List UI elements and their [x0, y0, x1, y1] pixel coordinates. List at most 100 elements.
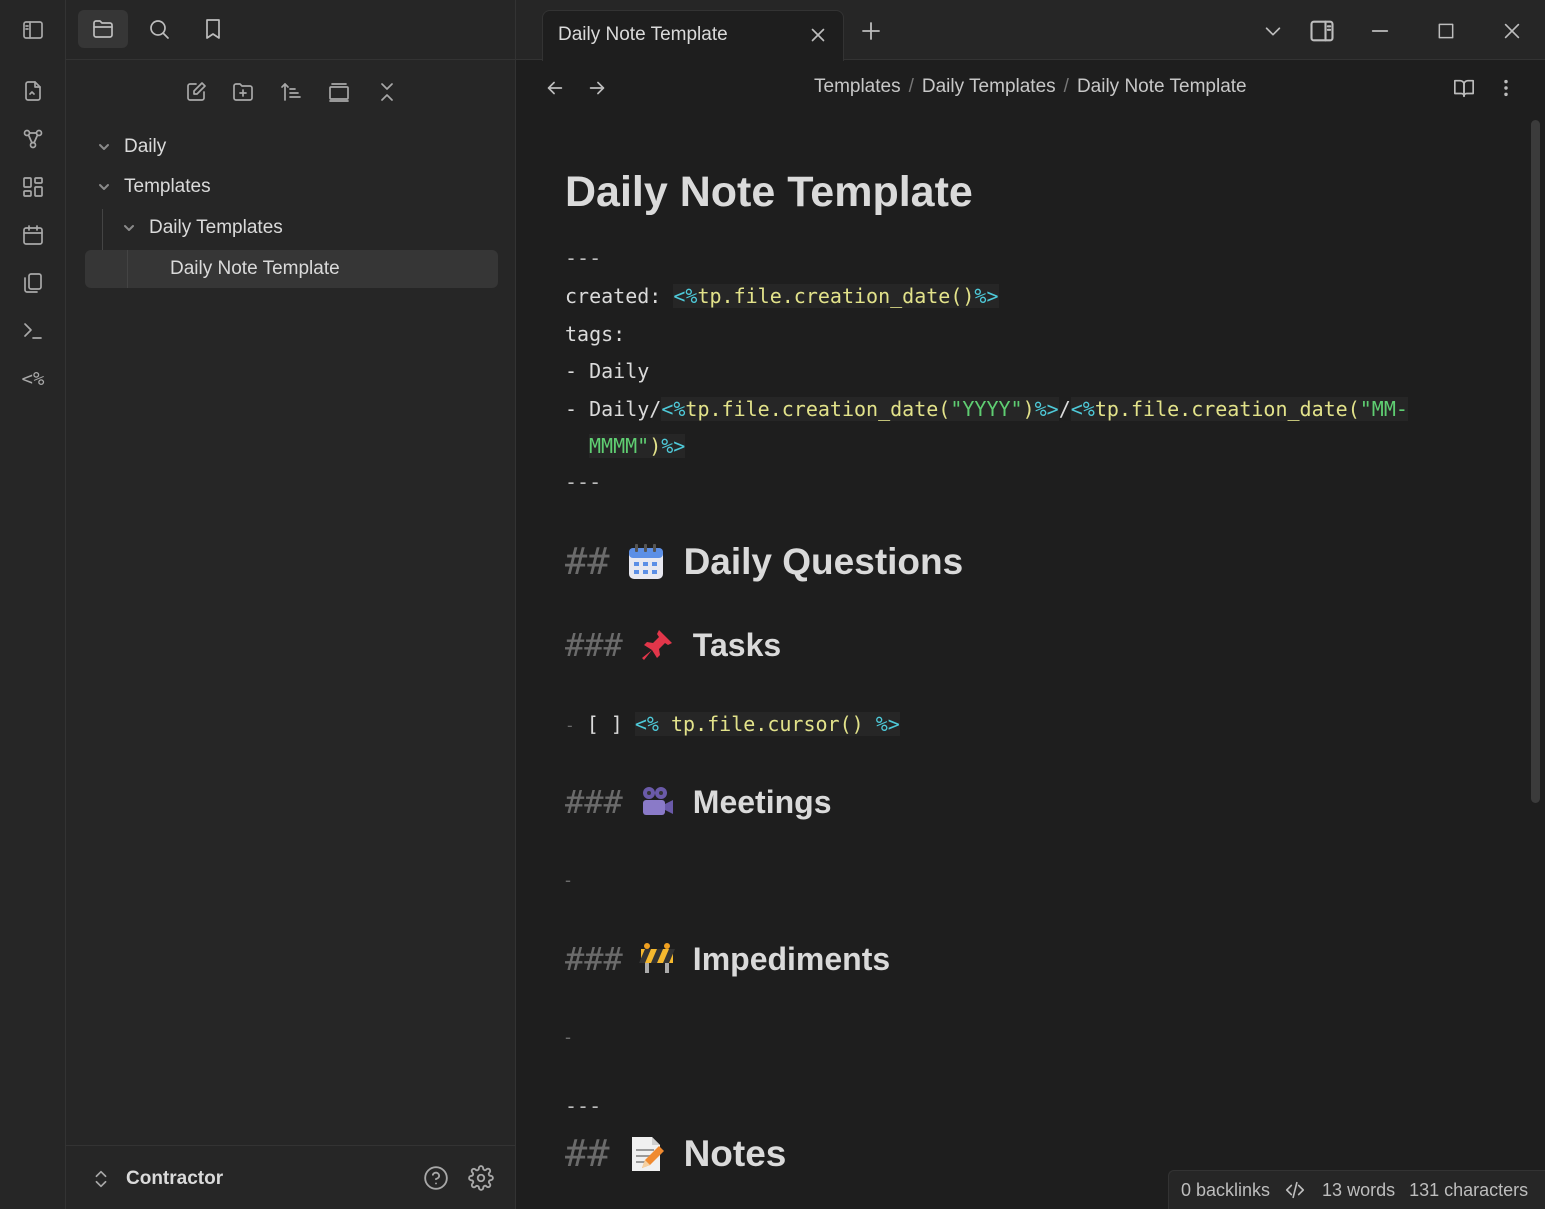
tab-bookmarks[interactable] [188, 10, 238, 48]
task-item[interactable]: - [ ] <% tp.file.cursor() %> [565, 712, 900, 736]
left-sidebar: Daily Templates Daily Templates Daily No… [66, 0, 516, 1209]
left-ribbon: <% [0, 0, 66, 1209]
insert-template-icon[interactable] [17, 267, 49, 299]
horizontal-rule: --- [565, 1094, 602, 1118]
navigate-forward-button[interactable] [581, 72, 613, 104]
status-bar: 0 backlinks 13 words 131 characters [1168, 1170, 1545, 1209]
meetings-list-item[interactable]: - [565, 870, 571, 891]
sidebar-tab-bar [66, 0, 516, 60]
chevron-down-icon [119, 218, 139, 238]
character-count: 131 characters [1409, 1179, 1529, 1200]
task-checkbox[interactable]: [ ] [587, 712, 623, 736]
new-tab-button[interactable] [856, 16, 886, 46]
settings-button[interactable] [466, 1163, 496, 1193]
auto-reveal-button[interactable] [323, 76, 355, 108]
frontmatter-created-line: created: <%tp.file.creation_date()%> [565, 284, 999, 308]
tree-indent-guide [127, 250, 128, 288]
editor-scrollbar[interactable] [1531, 120, 1540, 803]
maximize-icon [1438, 23, 1454, 39]
book-open-icon [1454, 79, 1474, 98]
plus-icon [862, 22, 880, 40]
view-header: Templates / Daily Templates / Daily Note Tem… [516, 60, 1545, 116]
sort-icon [281, 83, 301, 101]
chevrons-up-down-icon [95, 1170, 107, 1188]
frontmatter-close: --- [565, 470, 602, 494]
impediments-list-item[interactable]: - [565, 1027, 571, 1048]
close-tab-button[interactable] [805, 22, 831, 48]
calendar-icon [626, 542, 666, 582]
tab-bar: Daily Note Template [516, 0, 1545, 61]
breadcrumb-current[interactable]: Daily Note Template [1077, 76, 1247, 97]
construction-icon [638, 941, 675, 977]
new-folder-icon [233, 83, 253, 101]
chevron-down-icon [94, 177, 114, 197]
canvas-icon[interactable] [17, 171, 49, 203]
minimize-window-button[interactable] [1363, 14, 1397, 48]
breadcrumb: Templates / Daily Templates / Daily Note Tem… [814, 76, 1247, 97]
tab-list-dropdown[interactable] [1256, 14, 1290, 48]
tree-file-daily-note-template[interactable]: Daily Note Template [85, 250, 498, 288]
chevron-down-icon [94, 137, 114, 157]
heading-notes[interactable]: ## Notes [565, 1132, 786, 1175]
frontmatter-tag-item: - Daily [565, 359, 650, 383]
heading-tasks[interactable]: ### Tasks [565, 626, 781, 664]
heading-meetings[interactable]: ### Meetings [565, 783, 831, 821]
close-icon [1504, 23, 1520, 39]
toggle-right-sidebar-button[interactable] [1305, 14, 1339, 48]
movie-camera-icon [639, 784, 675, 820]
tree-folder-templates[interactable]: Templates [86, 168, 498, 206]
code-icon[interactable] [1284, 1179, 1306, 1201]
vault-name: Contractor [126, 1168, 224, 1189]
new-note-icon [187, 82, 206, 101]
new-folder-button[interactable] [227, 76, 259, 108]
close-window-button[interactable] [1495, 14, 1529, 48]
tree-folder-label: Daily Templates [149, 217, 283, 238]
frontmatter-tag-wrap: MMMM")%> [589, 434, 686, 458]
help-button[interactable] [421, 1163, 451, 1193]
reveal-file-icon [329, 83, 349, 102]
memo-icon [626, 1134, 666, 1174]
frontmatter-tags-key: tags: [565, 322, 626, 346]
collapse-all-button[interactable] [371, 76, 403, 108]
minimize-icon [1371, 30, 1389, 32]
daily-note-calendar-icon[interactable] [17, 219, 49, 251]
file-explorer-toolbar [66, 72, 516, 112]
breadcrumb-item[interactable]: Templates [814, 76, 901, 97]
graph-view-icon[interactable] [17, 123, 49, 155]
backlinks-count[interactable]: 0 backlinks [1181, 1180, 1270, 1201]
pushpin-icon [639, 627, 675, 663]
tab-search[interactable] [134, 10, 184, 48]
toggle-left-sidebar-icon[interactable] [17, 14, 49, 46]
tab-files[interactable] [78, 10, 128, 48]
frontmatter-open: --- [565, 246, 602, 270]
inline-title[interactable]: Daily Note Template [565, 168, 973, 217]
new-note-button[interactable] [180, 76, 212, 108]
tree-folder-label: Templates [124, 176, 211, 197]
help-icon [424, 1166, 448, 1190]
more-options-button[interactable] [1490, 72, 1522, 104]
navigate-back-button[interactable] [539, 72, 571, 104]
arrow-left-icon [547, 81, 563, 95]
tab-title: Daily Note Template [558, 24, 728, 45]
sort-button[interactable] [275, 76, 307, 108]
vault-switcher[interactable]: Contractor [90, 1164, 223, 1194]
main-workspace: Daily Note Template Templates / Daily Te… [516, 0, 1545, 1209]
open-quick-switcher-icon[interactable] [17, 75, 49, 107]
frontmatter-tag-item: - Daily/<%tp.file.creation_date("YYYY")%… [565, 397, 1408, 421]
tree-folder-daily-templates[interactable]: Daily Templates [111, 209, 498, 247]
heading-daily-questions[interactable]: ## Daily Questions [565, 540, 963, 583]
tab-daily-note-template[interactable]: Daily Note Template [542, 10, 844, 61]
chevron-down-icon [1265, 27, 1281, 36]
close-icon [811, 28, 825, 42]
heading-impediments[interactable]: ### Impediments [565, 940, 890, 978]
bookmark-icon [206, 19, 220, 39]
command-palette-icon[interactable] [17, 315, 49, 347]
tree-folder-label: Daily [124, 136, 167, 157]
more-vertical-icon [1504, 79, 1508, 97]
right-sidebar-icon [1310, 20, 1334, 42]
breadcrumb-item[interactable]: Daily Templates [922, 76, 1056, 97]
maximize-window-button[interactable] [1429, 14, 1463, 48]
tree-folder-daily[interactable]: Daily [86, 128, 498, 166]
reading-view-button[interactable] [1448, 72, 1480, 104]
templater-icon[interactable]: <% [17, 363, 49, 395]
